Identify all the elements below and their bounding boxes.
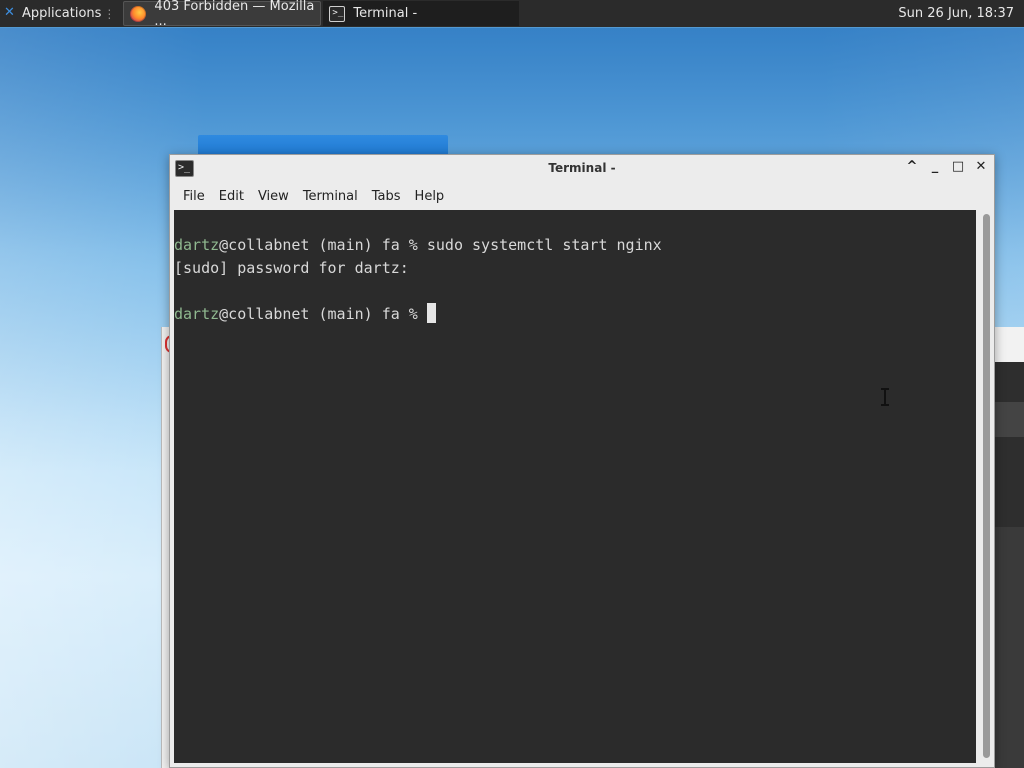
menu-edit[interactable]: Edit	[212, 189, 251, 204]
menu-tabs[interactable]: Tabs	[365, 189, 408, 204]
ibeam-cursor-icon	[880, 388, 890, 406]
terminal-icon: >_	[329, 5, 346, 22]
taskbar-item-terminal[interactable]: >_ Terminal -	[323, 1, 520, 26]
applications-label: Applications	[22, 6, 102, 21]
prompt-text: @collabnet (main) fa % sudo systemctl st…	[219, 236, 662, 254]
xfce-logo-icon	[4, 5, 18, 21]
taskbar-item-label: 403 Forbidden — Mozilla ...	[154, 0, 315, 29]
terminal-output[interactable]: dartz@collabnet (main) fa % sudo systemc…	[174, 210, 976, 763]
menu-view[interactable]: View	[251, 189, 296, 204]
clock[interactable]: Sun 26 Jun, 18:37	[898, 6, 1014, 21]
background-window-panel	[995, 527, 1024, 768]
menu-file[interactable]: File	[176, 189, 212, 204]
prompt-text: @collabnet (main) fa %	[219, 305, 427, 323]
taskbar-item-label: Terminal -	[353, 6, 418, 21]
separator-icon: ⋮	[103, 6, 116, 21]
menu-bar: File Edit View Terminal Tabs Help	[170, 183, 994, 209]
title-bar[interactable]: >_ Terminal - ^ _ □ ✕	[170, 155, 994, 183]
prompt-user: dartz	[174, 305, 220, 323]
text-cursor	[426, 303, 436, 323]
window-controls: ^ _ □ ✕	[905, 159, 988, 174]
vertical-scrollbar[interactable]	[981, 212, 992, 762]
firefox-icon	[130, 5, 147, 22]
menu-terminal[interactable]: Terminal	[296, 189, 365, 204]
maximize-icon[interactable]: □	[951, 159, 965, 174]
background-window-panel	[995, 402, 1024, 437]
window-title: Terminal -	[548, 161, 616, 175]
terminal-line: dartz@collabnet (main) fa %	[174, 303, 976, 326]
prompt-user: dartz	[174, 236, 220, 254]
close-icon[interactable]: ✕	[974, 159, 988, 174]
menu-help[interactable]: Help	[408, 189, 452, 204]
minimize-icon[interactable]: _	[928, 159, 942, 174]
background-window-panel	[995, 437, 1024, 527]
terminal-line: [sudo] password for dartz:	[174, 259, 409, 277]
shade-icon[interactable]: ^	[905, 159, 919, 174]
terminal-line: dartz@collabnet (main) fa % sudo systemc…	[174, 234, 976, 257]
taskbar: Applications ⋮ 403 Forbidden — Mozilla .…	[0, 0, 1024, 29]
scrollbar-thumb[interactable]	[983, 214, 990, 758]
background-window-panel	[995, 362, 1024, 402]
taskbar-item-firefox[interactable]: 403 Forbidden — Mozilla ...	[123, 0, 322, 29]
terminal-window[interactable]: >_ Terminal - ^ _ □ ✕ File Edit View Ter…	[169, 154, 995, 768]
applications-menu-button[interactable]: Applications ⋮	[0, 0, 119, 27]
